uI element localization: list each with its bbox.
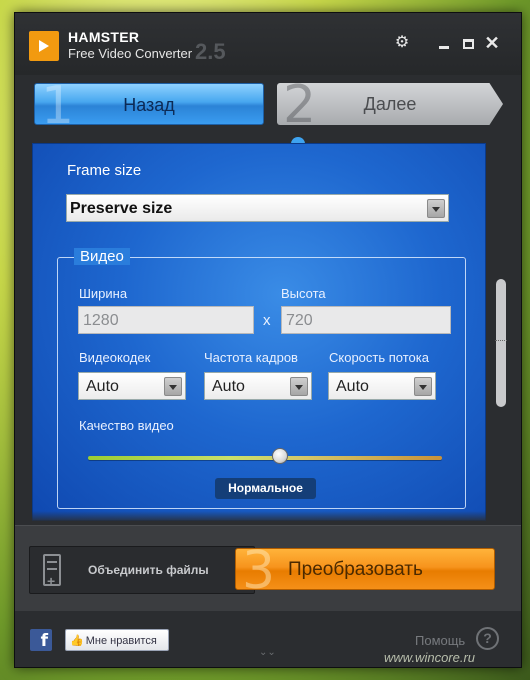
help-icon[interactable]: ? xyxy=(476,627,499,650)
framerate-label: Частота кадров xyxy=(204,350,298,365)
app-subtitle: Free Video Converter xyxy=(68,46,193,61)
quality-slider-thumb[interactable] xyxy=(272,448,288,464)
settings-panel: Frame size Preserve size Видео Ширина 12… xyxy=(32,143,486,521)
width-field[interactable]: 1280 xyxy=(78,306,254,334)
chevron-down-icon[interactable] xyxy=(290,377,308,396)
chevron-down-icon[interactable] xyxy=(427,199,445,218)
bitrate-value: Auto xyxy=(336,378,369,395)
chevron-down-icon[interactable]: ⌄⌄ xyxy=(259,647,276,658)
framerate-select[interactable]: Auto xyxy=(204,372,312,400)
app-name: HAMSTER xyxy=(68,29,140,45)
settings-gear-icon[interactable]: ⚙ xyxy=(393,35,411,53)
width-label: Ширина xyxy=(79,286,128,301)
framerate-value: Auto xyxy=(212,378,245,395)
help-label[interactable]: Помощь xyxy=(415,633,465,648)
step-number-3: 3 xyxy=(242,548,276,590)
facebook-icon[interactable]: f xyxy=(30,629,52,651)
panel-fade xyxy=(32,511,486,523)
height-field[interactable]: 720 xyxy=(281,306,451,334)
panel-scrollbar[interactable] xyxy=(496,279,506,407)
chevron-down-icon[interactable] xyxy=(414,377,432,396)
codec-value: Auto xyxy=(86,378,119,395)
app-logo-icon xyxy=(29,31,59,61)
quality-label: Качество видео xyxy=(79,418,174,433)
bitrate-select[interactable]: Auto xyxy=(328,372,436,400)
next-button-label: Далее xyxy=(363,94,417,114)
video-group-title: Видео xyxy=(74,248,130,265)
scrollbar-grip-icon[interactable] xyxy=(495,340,507,343)
app-window: HAMSTER Free Video Converter 2.5 ⚙ ✕ 1 Н… xyxy=(14,12,522,668)
frame-size-label: Frame size xyxy=(67,162,142,179)
thumbs-up-icon: 👍 xyxy=(70,635,84,647)
codec-select[interactable]: Auto xyxy=(78,372,186,400)
codec-label: Видеокодек xyxy=(79,350,151,365)
merge-files-button[interactable]: + Объединить файлы xyxy=(29,546,255,594)
minimize-icon[interactable] xyxy=(435,35,453,53)
size-separator: x xyxy=(263,312,271,329)
height-label: Высота xyxy=(281,286,326,301)
frame-size-value: Preserve size xyxy=(70,200,173,217)
quality-slider-track[interactable] xyxy=(88,456,442,460)
quality-value-badge: Нормальное xyxy=(215,478,316,499)
app-version: 2.5 xyxy=(195,39,226,64)
next-button[interactable]: 2 Далее xyxy=(277,83,503,125)
watermark: www.wincore.ru xyxy=(384,650,476,665)
title-bar[interactable]: HAMSTER Free Video Converter 2.5 ⚙ ✕ xyxy=(15,13,521,75)
back-button[interactable]: 1 Назад xyxy=(34,83,264,125)
convert-button-label: Преобразовать xyxy=(288,559,423,580)
action-bar: + Объединить файлы 3 Преобразовать xyxy=(15,525,521,611)
convert-button[interactable]: 3 Преобразовать xyxy=(235,548,495,590)
chevron-down-icon[interactable] xyxy=(164,377,182,396)
merge-files-label: Объединить файлы xyxy=(88,563,209,577)
bitrate-label: Скорость потока xyxy=(329,350,429,365)
plus-icon: + xyxy=(47,573,56,589)
close-icon[interactable]: ✕ xyxy=(483,34,501,53)
like-button[interactable]: 👍 Мне нравится xyxy=(65,629,169,651)
like-button-label: Мне нравится xyxy=(85,635,157,647)
video-group: Видео Ширина 1280 x Высота 720 Видеокоде… xyxy=(57,248,466,509)
back-button-label: Назад xyxy=(123,95,175,115)
frame-size-select[interactable]: Preserve size xyxy=(66,194,449,222)
maximize-icon[interactable] xyxy=(459,35,477,53)
